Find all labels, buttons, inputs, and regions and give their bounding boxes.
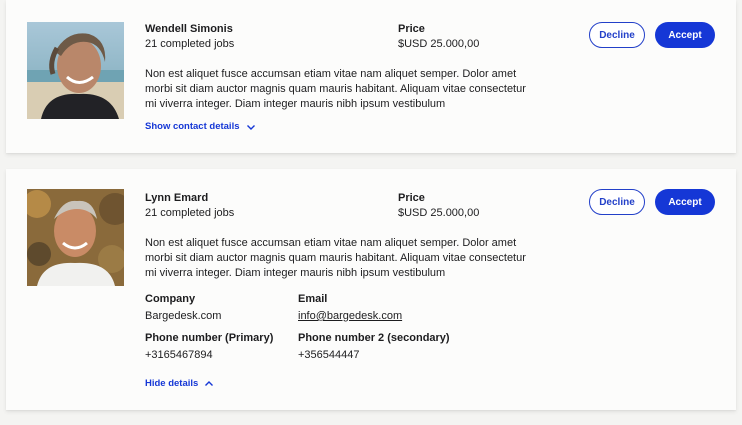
completed-jobs: 21 completed jobs <box>145 207 235 219</box>
offer-card: Lynn Emard 21 completed jobs Price $USD … <box>6 169 736 410</box>
decline-button[interactable]: Decline <box>589 22 645 48</box>
person-photo <box>27 22 124 119</box>
offer-card: Wendell Simonis 21 completed jobs Price … <box>6 0 736 153</box>
chevron-down-icon <box>246 123 256 131</box>
price-label: Price <box>398 192 425 204</box>
email-label: Email <box>298 293 328 305</box>
price-label: Price <box>398 23 425 35</box>
accept-button[interactable]: Accept <box>655 22 715 48</box>
accept-button[interactable]: Accept <box>655 189 715 215</box>
phone-primary-label: Phone number (Primary) <box>145 332 274 344</box>
price-value: $USD 25.000,00 <box>398 207 480 219</box>
person-photo <box>27 189 124 286</box>
toggle-label: Hide details <box>145 378 199 389</box>
phone-secondary-value: +356544447 <box>298 349 360 361</box>
hide-details-link[interactable]: Hide details <box>145 378 214 389</box>
company-label: Company <box>145 293 196 305</box>
candidate-name: Wendell Simonis <box>145 23 233 35</box>
completed-jobs: 21 completed jobs <box>145 38 235 50</box>
phone-primary-value: +3165467894 <box>145 349 213 361</box>
company-value: Bargedesk.com <box>145 310 222 322</box>
toggle-label: Show contact details <box>145 121 240 132</box>
show-contact-details-link[interactable]: Show contact details <box>145 121 256 132</box>
offer-description: Non est aliquet fusce accumsan etiam vit… <box>145 68 526 110</box>
chevron-up-icon <box>204 380 214 388</box>
phone-secondary-label: Phone number 2 (secondary) <box>298 332 450 344</box>
candidate-name: Lynn Emard <box>145 192 209 204</box>
offer-description: Non est aliquet fusce accumsan etiam vit… <box>145 237 526 279</box>
price-value: $USD 25.000,00 <box>398 38 480 50</box>
decline-button[interactable]: Decline <box>589 189 645 215</box>
email-link[interactable]: info@bargedesk.com <box>298 310 402 322</box>
